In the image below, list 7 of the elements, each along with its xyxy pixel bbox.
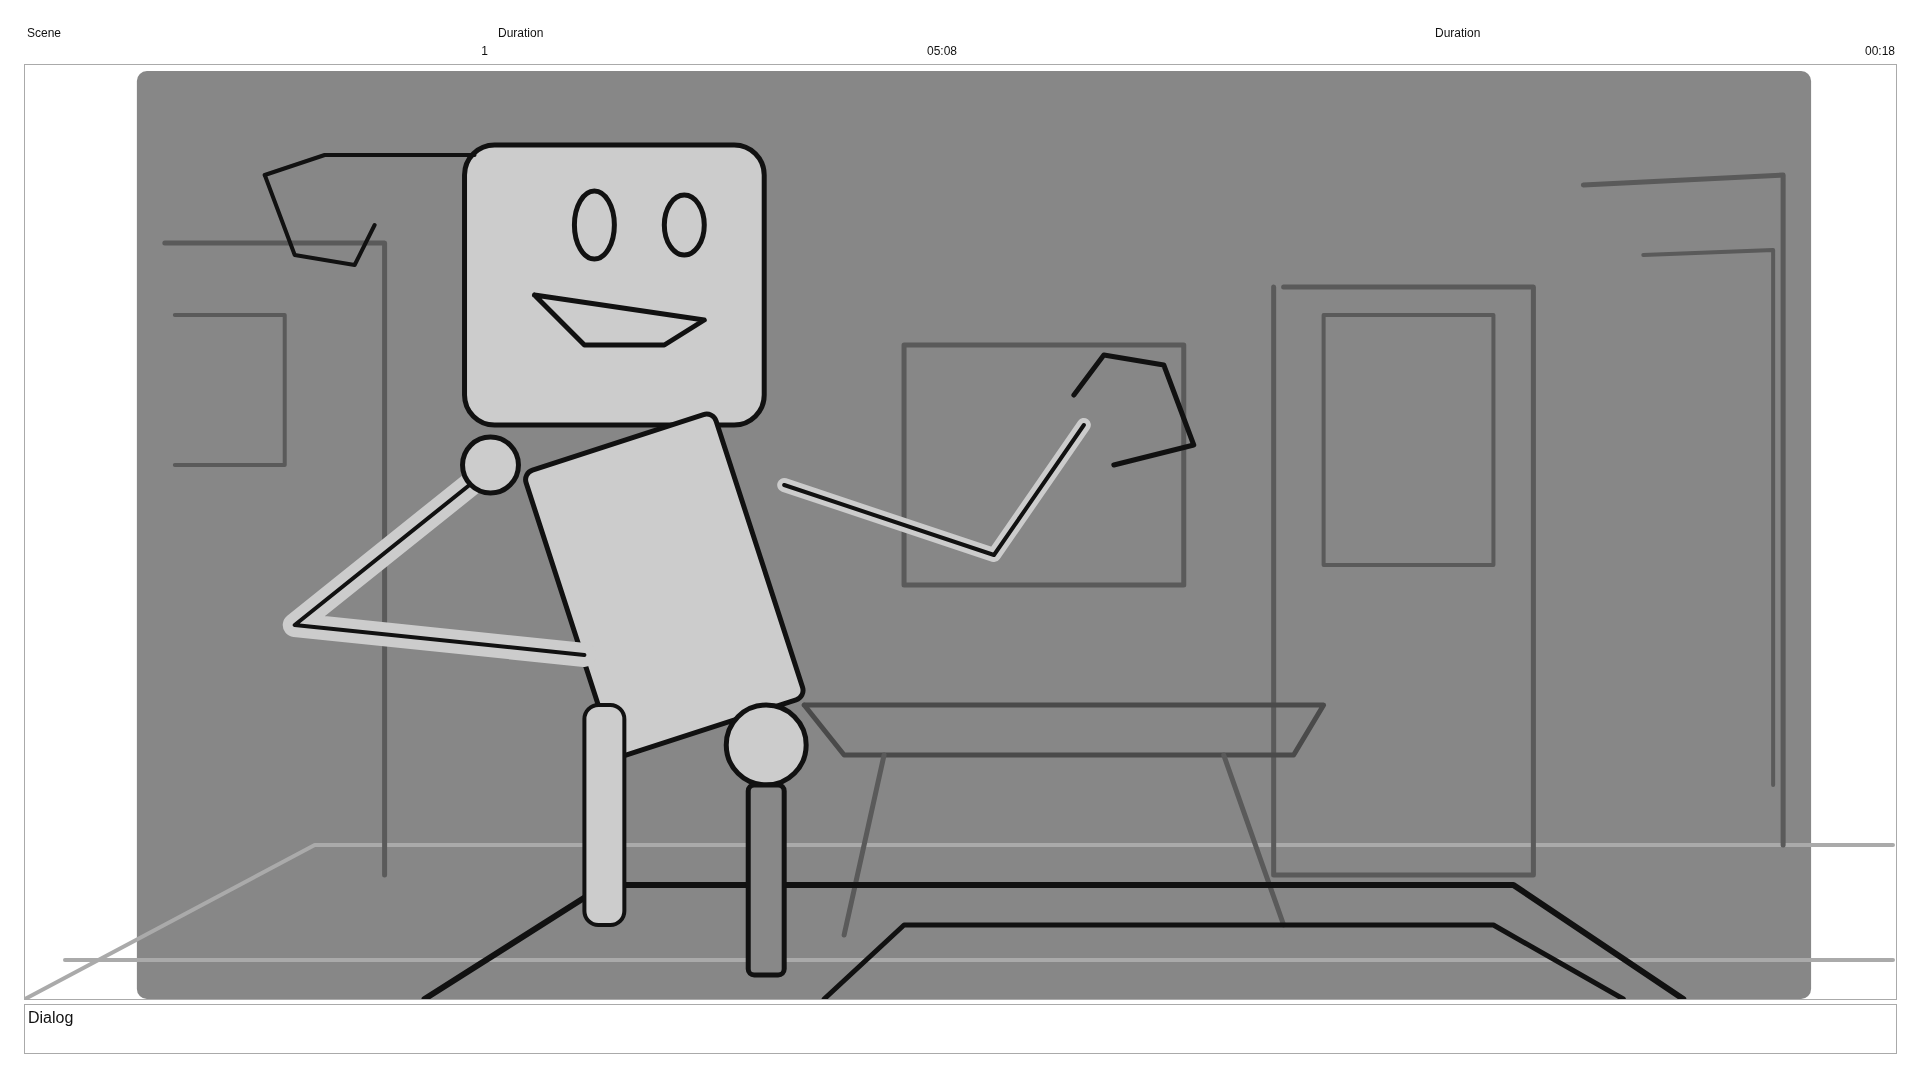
duration-label: Duration	[497, 26, 544, 40]
duration-label: Duration	[1435, 26, 1482, 40]
scene-label: Scene	[27, 26, 63, 40]
dialog-label: Dialog	[28, 1009, 74, 1026]
panel-duration: 05:08	[927, 44, 958, 58]
scene-duration: 00:18	[1864, 44, 1895, 58]
scene-number: 1	[481, 44, 488, 58]
